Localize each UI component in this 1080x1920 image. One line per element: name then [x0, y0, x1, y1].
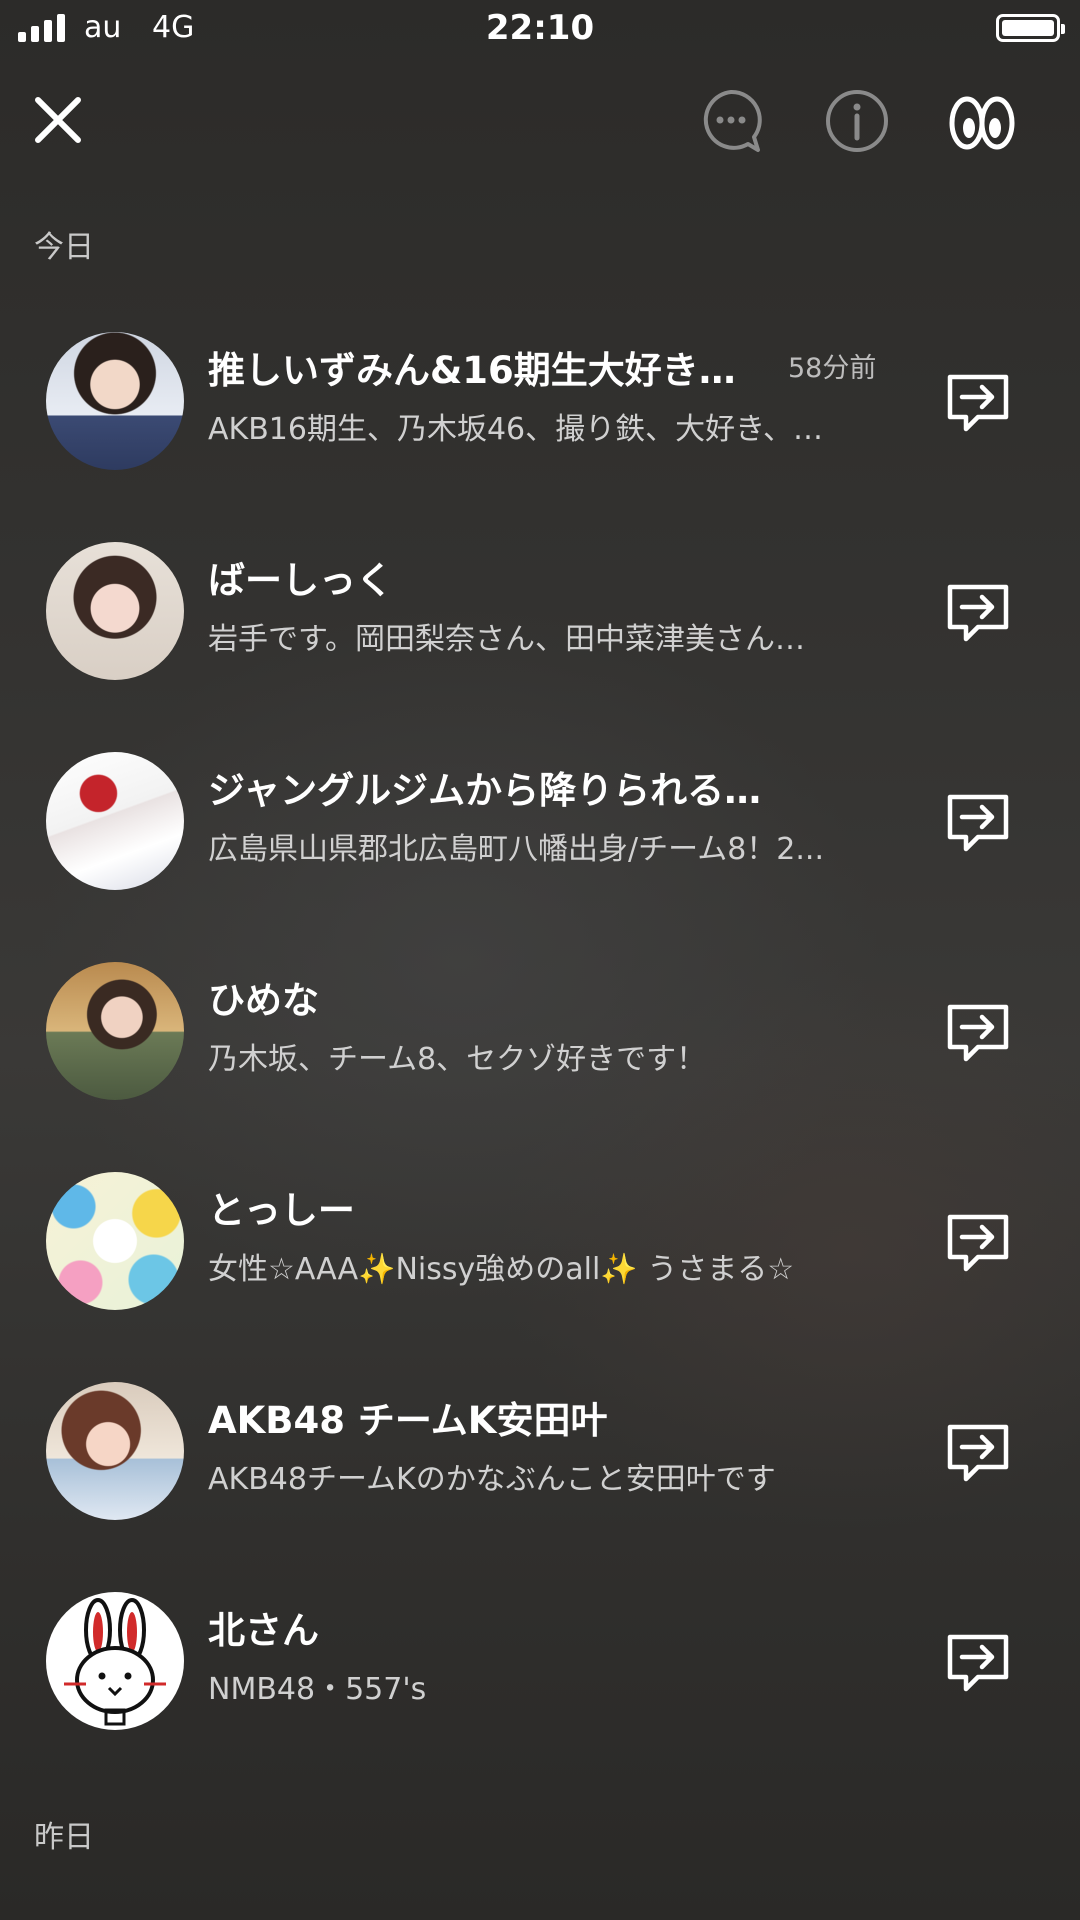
- list-item[interactable]: AKB48 チームK安田叶 AKB48チームKのかなぶんこと安田叶です: [0, 1352, 1080, 1552]
- friend-status-message: 岩手です。岡田梨奈さん、田中菜津美さん…: [208, 622, 805, 657]
- friend-status-message: 乃木坂、チーム8、セクゾ好きです！: [208, 1042, 707, 1077]
- info-button[interactable]: [822, 86, 892, 156]
- avatar[interactable]: [46, 962, 184, 1100]
- list-item[interactable]: ジャングルジムから降りられる男子 広島県山県郡北広島町八幡出身/チーム8！2..…: [0, 722, 1080, 922]
- avatar[interactable]: [46, 332, 184, 470]
- list-item[interactable]: とっしー 女性☆AAA✨Nissy強めのall✨ うさまる☆: [0, 1142, 1080, 1342]
- list-item[interactable]: 北さん NMB48・557's: [0, 1562, 1080, 1762]
- share-arrow-icon[interactable]: [944, 997, 1012, 1065]
- timestamp: 58分前: [788, 353, 877, 384]
- share-arrow-icon[interactable]: [944, 577, 1012, 645]
- avatar[interactable]: [46, 1382, 184, 1520]
- friend-status-message: NMB48・557's: [208, 1672, 427, 1707]
- friend-status-message: AKB48チームKのかなぶんこと安田叶です: [208, 1462, 776, 1497]
- share-arrow-icon[interactable]: [944, 367, 1012, 435]
- footprints-button[interactable]: [944, 86, 1020, 156]
- friend-status-message: 広島県山県郡北広島町八幡出身/チーム8！2...: [208, 832, 824, 867]
- share-arrow-icon[interactable]: [944, 1627, 1012, 1695]
- list-item[interactable]: ひめな 乃木坂、チーム8、セクゾ好きです！: [0, 932, 1080, 1132]
- list-item[interactable]: ばーしっく 岩手です。岡田梨奈さん、田中菜津美さん…: [0, 512, 1080, 712]
- friend-name: ひめな: [208, 979, 319, 1022]
- friend-status-message: AKB16期生、乃木坂46、撮り鉄、大好き、…: [208, 412, 824, 447]
- list-item[interactable]: 推しいずみん&16期生大好き… 58分前 AKB16期生、乃木坂46、撮り鉄、大…: [0, 302, 1080, 502]
- share-arrow-icon[interactable]: [944, 787, 1012, 855]
- avatar[interactable]: [46, 752, 184, 890]
- footprints-icon: [949, 96, 1015, 150]
- friend-name: AKB48 チームK安田叶: [208, 1399, 608, 1442]
- top-bar: [0, 80, 1080, 170]
- friend-name: とっしー: [208, 1189, 355, 1232]
- friend-name: ジャングルジムから降りられる男子: [208, 769, 768, 812]
- rabbit-illustration: [64, 1598, 166, 1726]
- chat-button[interactable]: [696, 86, 766, 156]
- avatar[interactable]: [46, 1592, 184, 1730]
- close-icon: [35, 97, 81, 143]
- friend-name: ばーしっく: [208, 559, 393, 602]
- section-header-yesterday: 昨日: [34, 1820, 94, 1855]
- share-arrow-icon[interactable]: [944, 1207, 1012, 1275]
- friend-name: 北さん: [208, 1609, 319, 1652]
- avatar[interactable]: [46, 1172, 184, 1310]
- close-button[interactable]: [28, 90, 88, 150]
- friend-status-message: 女性☆AAA✨Nissy強めのall✨ うさまる☆: [208, 1252, 795, 1287]
- chat-bubble-icon: [703, 89, 762, 152]
- status-time: 22:10: [485, 8, 595, 48]
- friend-name: 推しいずみん&16期生大好き…: [208, 349, 736, 392]
- avatar[interactable]: [46, 542, 184, 680]
- section-header-today: 今日: [34, 230, 94, 265]
- battery-icon: [996, 14, 1065, 42]
- share-arrow-icon[interactable]: [944, 1417, 1012, 1485]
- info-icon: [826, 90, 888, 152]
- status-bar: au 4G 22:10: [0, 0, 1080, 60]
